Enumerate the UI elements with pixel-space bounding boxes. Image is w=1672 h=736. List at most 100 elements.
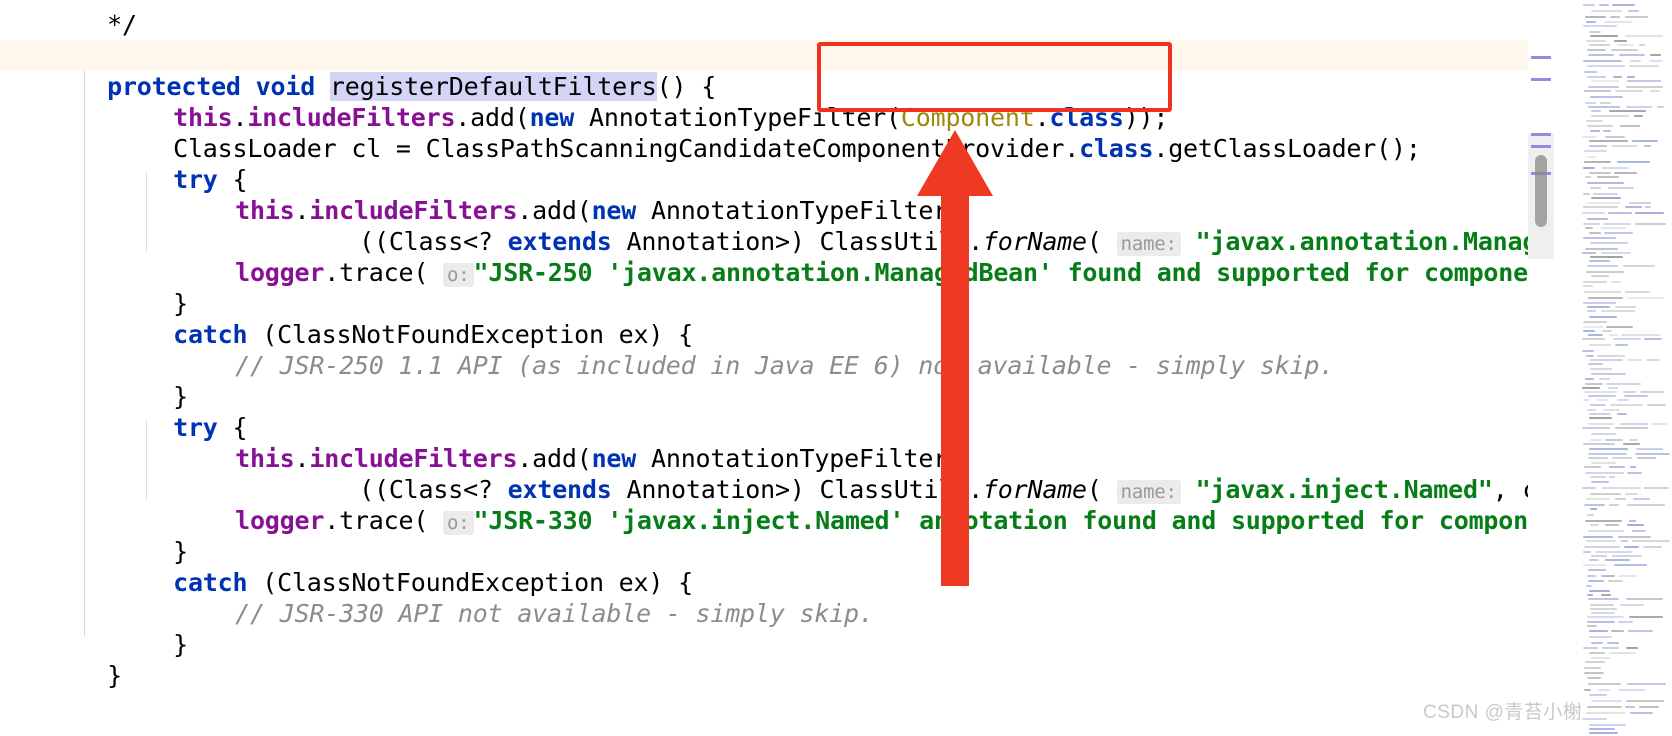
code-editor[interactable]: */ /unchecked/ protected void registerDe… [0, 0, 1672, 736]
minimap-code-line [1608, 387, 1618, 389]
minimap-code-line [1605, 559, 1630, 561]
minimap-code-line [1609, 652, 1636, 654]
editor-minimap[interactable] [1580, 0, 1672, 736]
minimap-code-line [1634, 115, 1643, 117]
minimap-code-line [1583, 326, 1603, 328]
scrollbar-marker[interactable] [1531, 78, 1551, 81]
code-line[interactable]: } [0, 629, 1540, 690]
minimap-code-line [1608, 580, 1623, 582]
minimap-code-line [1588, 530, 1624, 532]
code-line[interactable]: // JSR-250 1.1 API (as included in Java … [0, 319, 1540, 380]
minimap-code-line [1588, 86, 1619, 88]
minimap-code-line [1613, 338, 1641, 340]
minimap-code-line [1591, 115, 1629, 117]
minimap-code-line [1583, 4, 1595, 6]
minimap-code-line [1621, 334, 1660, 336]
minimap-code-line [1587, 202, 1621, 204]
minimap-code-line [1646, 359, 1660, 361]
minimap-code-line [1584, 150, 1607, 152]
minimap-code-line [1582, 387, 1600, 389]
scrollbar-thumb[interactable] [1535, 155, 1547, 227]
code-line[interactable]: catch (ClassNotFoundException ex) { [0, 536, 1540, 597]
minimap-code-line [1615, 344, 1628, 346]
minimap-code-line [1643, 546, 1662, 548]
code-line-signature[interactable]: protected void registerDefaultFilters() … [0, 40, 1540, 101]
minimap-code-line [1629, 439, 1638, 441]
minimap-code-line [1637, 457, 1656, 459]
minimap-code-line [1583, 321, 1607, 323]
code-line[interactable]: ((Class<? extends Annotation>) ClassUtil… [0, 195, 1540, 256]
minimap-code-line [1635, 212, 1664, 214]
minimap-code-line [1590, 130, 1600, 132]
minimap-code-line [1647, 404, 1666, 406]
minimap-code-line [1583, 25, 1617, 27]
minimap-code-line [1587, 49, 1606, 51]
minimap-code-line [1582, 350, 1594, 352]
code-line[interactable]: // JSR-330 API not available - simply sk… [0, 567, 1540, 628]
minimap-code-line [1627, 472, 1642, 474]
code-line[interactable]: this.includeFilters.add(new AnnotationTy… [0, 164, 1540, 225]
minimap-code-line [1593, 193, 1618, 195]
editor-code-area[interactable]: */ /unchecked/ protected void registerDe… [0, 0, 1540, 736]
minimap-code-line [1627, 359, 1642, 361]
minimap-code-line [1591, 700, 1622, 702]
scrollbar-marker[interactable] [1531, 56, 1551, 59]
minimap-code-line [1601, 252, 1631, 254]
minimap-code-line [1613, 76, 1622, 78]
minimap-code-line [1626, 700, 1664, 702]
minimap-code-line [1589, 172, 1611, 174]
code-line[interactable]: } [0, 505, 1540, 566]
editor-scrollbar[interactable] [1528, 0, 1554, 736]
minimap-code-line [1588, 363, 1603, 365]
minimap-code-line [1582, 718, 1607, 720]
code-line[interactable]: /unchecked/ [0, 9, 1540, 70]
minimap-code-line [1583, 193, 1590, 195]
minimap-code-line [1640, 391, 1664, 393]
minimap-code-line [1591, 462, 1616, 464]
minimap-code-line [1628, 10, 1639, 12]
minimap-code-line [1588, 334, 1603, 336]
code-line[interactable]: this.includeFilters.add(new AnnotationTy… [0, 71, 1540, 132]
code-line[interactable]: ClassLoader cl = ClassPathScanningCandid… [0, 102, 1540, 163]
code-line[interactable]: try { [0, 381, 1540, 442]
minimap-code-line [1584, 672, 1604, 674]
minimap-code-line [1587, 306, 1610, 308]
scrollbar-marker[interactable] [1531, 145, 1551, 148]
scrollbar-marker[interactable] [1531, 133, 1551, 136]
minimap-code-line [1608, 212, 1632, 214]
minimap-code-line [1587, 706, 1622, 708]
minimap-code-line [1588, 423, 1614, 425]
minimap-code-line [1632, 530, 1646, 532]
minimap-code-line [1599, 4, 1609, 6]
minimap-code-line [1584, 391, 1617, 393]
code-line[interactable]: } [0, 598, 1540, 659]
minimap-code-line [1623, 443, 1640, 445]
code-line[interactable]: } [0, 257, 1540, 318]
minimap-code-line [1586, 40, 1606, 42]
minimap-code-line [1608, 187, 1634, 189]
code-line[interactable]: catch (ClassNotFoundException ex) { [0, 288, 1540, 349]
minimap-code-line [1590, 359, 1623, 361]
minimap-code-line [1627, 524, 1644, 526]
code-line[interactable]: logger.trace( o: "JSR-250 'javax.annotati… [0, 226, 1540, 287]
minimap-code-line [1589, 559, 1599, 561]
code-line[interactable]: this.includeFilters.add(new AnnotationTy… [0, 412, 1540, 473]
minimap-code-line [1650, 90, 1660, 92]
minimap-code-line [1612, 457, 1632, 459]
minimap-code-line [1587, 76, 1606, 78]
minimap-code-line [1627, 297, 1664, 299]
code-line[interactable]: ((Class<? extends Annotation>) ClassUtil… [0, 443, 1540, 504]
code-line[interactable]: */ [0, 0, 1540, 39]
minimap-code-line [1585, 378, 1594, 380]
minimap-code-line [1583, 536, 1613, 538]
code-line[interactable]: } [0, 350, 1540, 411]
minimap-code-line [1630, 60, 1641, 62]
minimap-code-line [1604, 21, 1632, 23]
code-line[interactable]: try { [0, 133, 1540, 194]
minimap-code-line [1589, 145, 1607, 147]
minimap-code-line [1590, 96, 1623, 98]
code-line[interactable]: logger.trace( o: "JSR-330 'javax.inject.N… [0, 474, 1540, 535]
minimap-code-line [1605, 524, 1619, 526]
minimap-code-line [1602, 330, 1612, 332]
minimap-code-line [1591, 481, 1609, 483]
